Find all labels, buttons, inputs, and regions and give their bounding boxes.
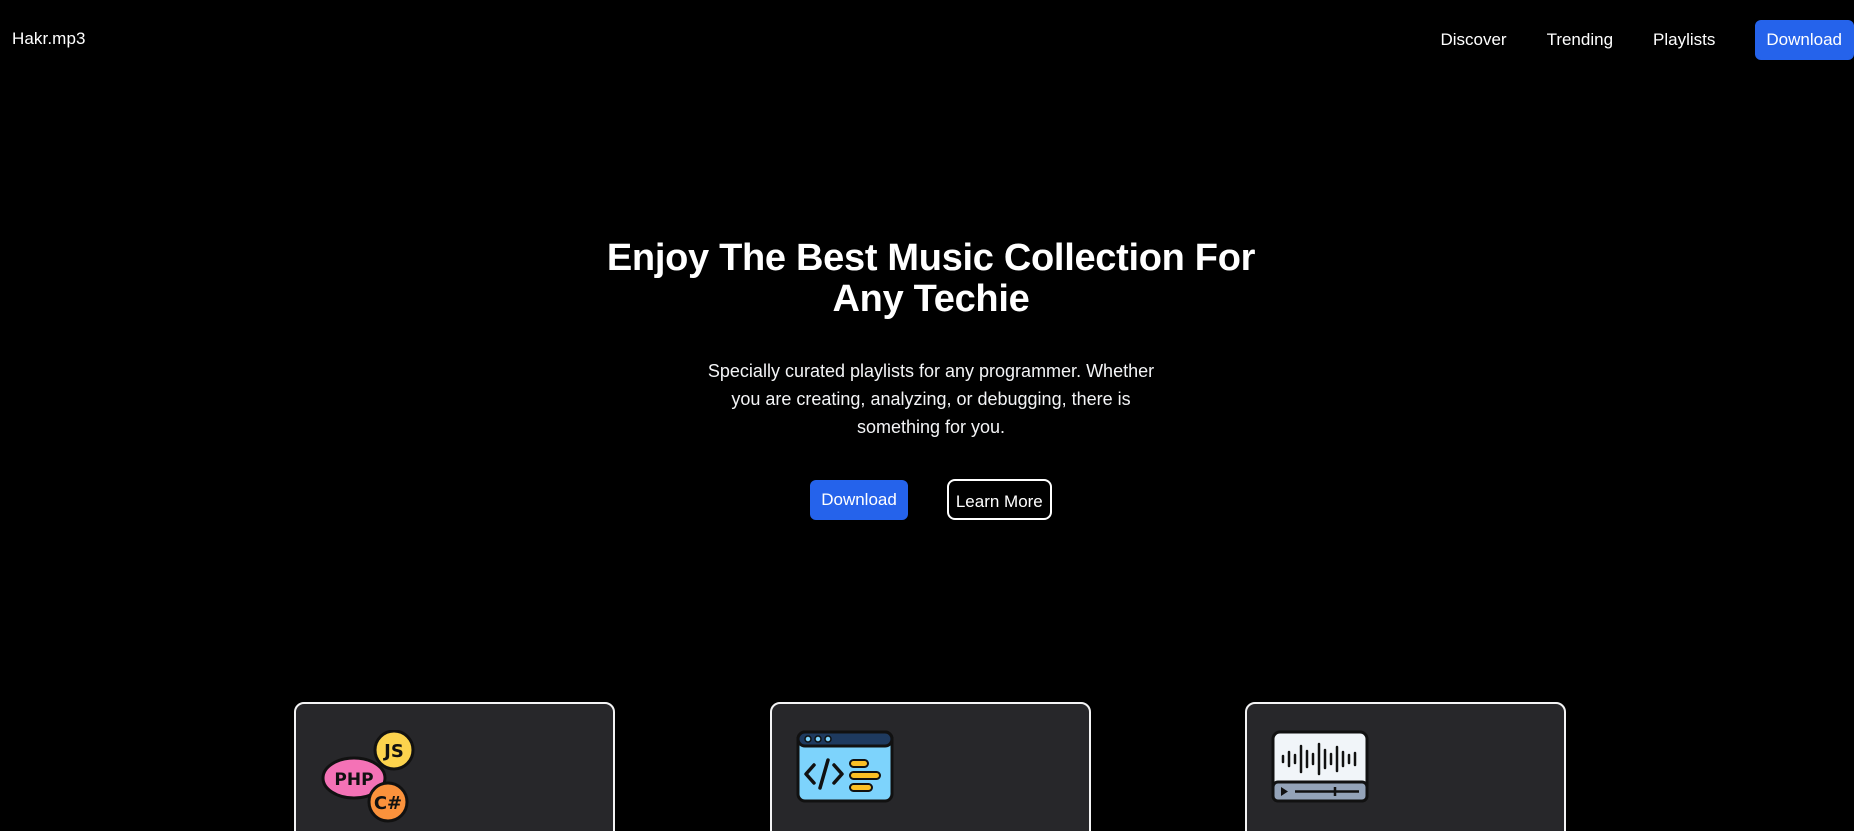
hero-subtitle: Specially curated playlists for any prog… (691, 357, 1171, 441)
navbar: Hakr.mp3 Discover Trending Playlists Dow… (0, 0, 1854, 80)
feature-card-languages[interactable]: JS PHP C# (294, 702, 615, 831)
page: Hakr.mp3 Discover Trending Playlists Dow… (0, 0, 1854, 831)
csharp-label: C# (374, 793, 402, 814)
audio-waveform-player-icon (1271, 730, 1369, 809)
hero-subtitle-line-1: Specially curated playlists for any prog… (707, 361, 1155, 381)
nav-link-playlists[interactable]: Playlists (1653, 20, 1715, 60)
feature-card-code[interactable] (770, 702, 1091, 831)
hero-title-line-2: Any Techie (832, 278, 1030, 320)
programming-languages-icon: JS PHP C# (320, 729, 418, 829)
nav-link-discover[interactable]: Discover (1440, 20, 1506, 60)
nav-links: Discover Trending Playlists Download (1440, 20, 1854, 60)
learn-more-button[interactable]: Learn More (946, 479, 1052, 520)
site-logo[interactable]: Hakr.mp3 (12, 29, 86, 49)
hero-subtitle-line-2: you are creating, analyzing, or debuggin… (731, 389, 1131, 409)
code-window-icon (796, 730, 894, 809)
hero-buttons: Download Learn More (0, 479, 1854, 520)
js-label: JS (382, 741, 404, 762)
nav-download-button[interactable]: Download (1755, 20, 1854, 60)
hero-subtitle-line-3: something for you. (856, 417, 1006, 437)
hero-title: Enjoy The Best Music Collection For Any … (581, 238, 1281, 320)
hero-download-button[interactable]: Download (810, 479, 908, 520)
feature-card-audio[interactable] (1245, 702, 1566, 831)
hero-section: Enjoy The Best Music Collection For Any … (0, 238, 1854, 520)
nav-link-trending[interactable]: Trending (1547, 20, 1613, 60)
hero-title-line-1: Enjoy The Best Music Collection For (606, 237, 1256, 279)
php-label: PHP (334, 770, 373, 790)
